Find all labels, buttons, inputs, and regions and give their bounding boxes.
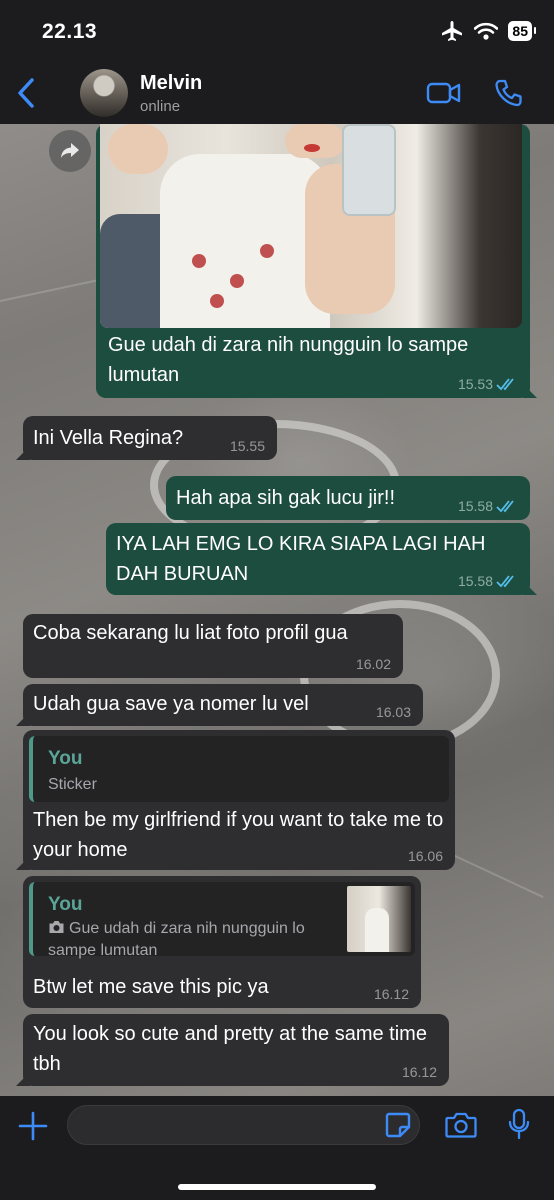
avatar[interactable] bbox=[80, 69, 128, 117]
camera-icon bbox=[49, 921, 64, 933]
message-text: Btw let me save this pic ya bbox=[33, 976, 269, 998]
quoted-message[interactable]: You Sticker bbox=[29, 736, 449, 802]
camera-icon[interactable] bbox=[445, 1111, 477, 1139]
message-time: 16.12 bbox=[401, 1064, 437, 1080]
battery-indicator: 85 bbox=[508, 21, 536, 41]
message-time: 15.53 bbox=[457, 376, 493, 392]
chevron-left-icon[interactable] bbox=[12, 76, 42, 110]
chat-header: Melvin online bbox=[0, 62, 554, 124]
plus-icon[interactable] bbox=[18, 1111, 48, 1141]
message-meta: 15.58 bbox=[458, 573, 518, 589]
home-indicator[interactable] bbox=[178, 1184, 376, 1190]
message-time: 16.02 bbox=[355, 656, 391, 672]
double-check-icon bbox=[496, 575, 514, 588]
message-time: 16.12 bbox=[373, 986, 409, 1002]
message-bubble-outgoing[interactable]: IYA LAH EMG LO KIRA SIAPA LAGI HAH DAH B… bbox=[106, 523, 537, 595]
message-bubble-incoming-reply[interactable]: You Sticker Then be my girlfriend if you… bbox=[16, 730, 455, 870]
message-caption: Gue udah di zara nih nungguin lo sampe l… bbox=[108, 334, 469, 386]
message-bubble-incoming[interactable]: Coba sekarang lu liat foto profil gua 16… bbox=[23, 614, 403, 678]
status-time: 22.13 bbox=[42, 20, 98, 43]
wifi-icon bbox=[474, 22, 499, 40]
quote-text: Sticker bbox=[48, 776, 97, 793]
forward-button[interactable] bbox=[49, 130, 91, 172]
airplane-icon bbox=[442, 21, 463, 41]
message-bubble-incoming[interactable]: Udah gua save ya nomer lu vel 16.03 bbox=[16, 684, 423, 726]
microphone-icon[interactable] bbox=[508, 1108, 530, 1140]
message-time: 15.58 bbox=[457, 573, 493, 589]
message-input[interactable] bbox=[67, 1105, 420, 1145]
quote-text-content: Gue udah di zara nih nungguin lo sampe l… bbox=[48, 920, 305, 959]
message-time: 15.58 bbox=[457, 498, 493, 514]
status-bar: 22.13 85 bbox=[0, 0, 554, 62]
message-text: Then be my girlfriend if you want to tak… bbox=[33, 809, 444, 861]
message-bubble-outgoing[interactable]: Hah apa sih gak lucu jir!! 15.58 bbox=[166, 476, 530, 520]
phone-icon[interactable] bbox=[494, 78, 522, 108]
message-text: Udah gua save ya nomer lu vel bbox=[33, 693, 309, 715]
double-check-icon bbox=[496, 378, 514, 391]
contact-status: online bbox=[140, 98, 181, 115]
quote-thumbnail bbox=[347, 886, 411, 952]
message-time: 16.03 bbox=[375, 704, 411, 720]
double-check-icon bbox=[496, 500, 514, 513]
message-photo[interactable] bbox=[100, 124, 522, 328]
forward-arrow-icon bbox=[61, 143, 79, 158]
message-bubble-outgoing-image[interactable]: Gue udah di zara nih nungguin lo sampe l… bbox=[96, 124, 537, 398]
quoted-message[interactable]: You Gue udah di zara nih nungguin lo sam… bbox=[29, 882, 415, 959]
status-icons: 85 bbox=[440, 20, 536, 42]
quote-author: You bbox=[48, 894, 83, 915]
message-text: Coba sekarang lu liat foto profil gua bbox=[33, 622, 348, 644]
message-text: Ini Vella Regina? bbox=[33, 427, 184, 449]
message-text: You look so cute and pretty at the same … bbox=[33, 1023, 427, 1075]
message-text: Hah apa sih gak lucu jir!! bbox=[176, 487, 396, 509]
message-bubble-incoming-reply[interactable]: You Gue udah di zara nih nungguin lo sam… bbox=[23, 876, 421, 1008]
quote-author: You bbox=[48, 748, 83, 769]
message-bubble-incoming[interactable]: You look so cute and pretty at the same … bbox=[16, 1014, 449, 1086]
contact-name[interactable]: Melvin bbox=[140, 72, 202, 95]
message-bubble-incoming[interactable]: Ini Vella Regina? 15.55 bbox=[16, 416, 277, 460]
message-meta: 15.53 bbox=[458, 376, 518, 392]
message-composer bbox=[0, 1096, 554, 1200]
message-time: 16.06 bbox=[407, 848, 443, 864]
message-meta: 15.58 bbox=[458, 498, 518, 514]
quote-text: Gue udah di zara nih nungguin lo sampe l… bbox=[48, 918, 348, 962]
video-camera-icon[interactable] bbox=[426, 80, 462, 106]
message-time: 15.55 bbox=[229, 438, 265, 454]
sticker-icon[interactable] bbox=[384, 1111, 412, 1139]
